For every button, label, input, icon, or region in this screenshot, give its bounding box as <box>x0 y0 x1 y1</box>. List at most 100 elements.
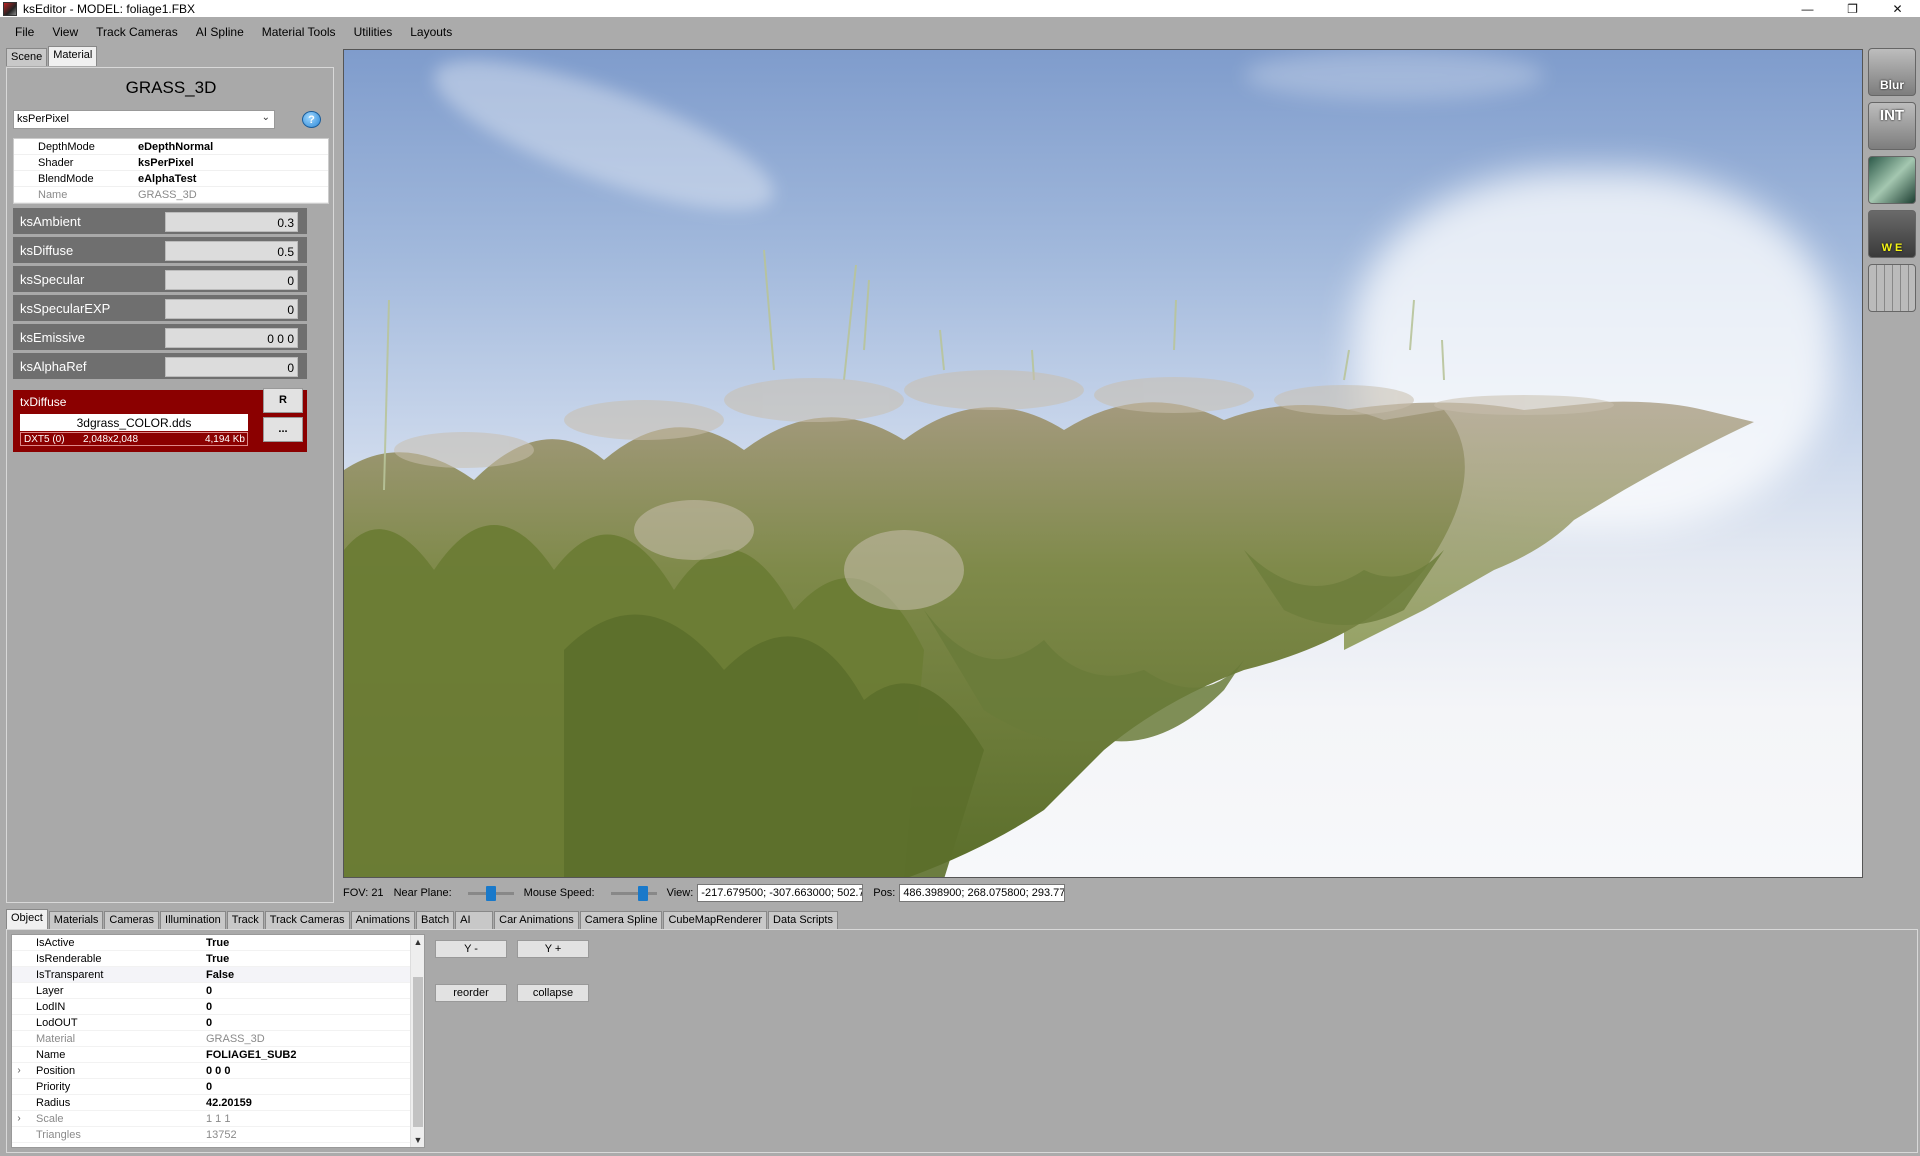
hr-lr-icon[interactable]: INT <box>1868 102 1916 150</box>
shader-select[interactable]: ksPerPixel ⌄ <box>13 110 275 129</box>
tab-track-cameras[interactable]: Track Cameras <box>264 911 350 929</box>
prop-row-blendmode[interactable]: BlendMode eAlphaTest <box>14 171 328 187</box>
expand-icon[interactable]: › <box>12 1113 26 1124</box>
obj-row-triangles[interactable]: Triangles 13752 <box>12 1127 424 1143</box>
tab-car-animations[interactable]: Car Animations <box>494 911 579 929</box>
tab-material[interactable]: Material <box>48 46 98 66</box>
prop-row-depthmode[interactable]: DepthMode eDepthNormal <box>14 139 328 155</box>
obj-key: Position <box>36 1064 76 1077</box>
obj-row-position[interactable]: › Position 0 0 0 <box>12 1063 424 1079</box>
tab-object[interactable]: Object <box>6 909 48 929</box>
3d-viewport[interactable] <box>343 49 1863 878</box>
tab-cubemaprenderer[interactable]: CubeMapRenderer <box>663 911 768 929</box>
pos-coords-field[interactable]: 486.398900; 268.075800; 293.77 <box>899 884 1066 902</box>
obj-value: False <box>206 968 235 981</box>
tab-batch[interactable]: Batch <box>415 911 455 929</box>
texture-filename[interactable]: 3dgrass_COLOR.dds <box>20 414 248 431</box>
obj-row-isrenderable[interactable]: IsRenderable True <box>12 951 424 967</box>
obj-row-scale[interactable]: › Scale 1 1 1 <box>12 1111 424 1127</box>
minimize-icon[interactable]: — <box>1785 0 1830 17</box>
left-tab-strip: Scene Material <box>6 46 98 67</box>
param-ksambient-input[interactable]: 0.3 <box>165 212 298 232</box>
tab-track[interactable]: Track <box>226 911 264 929</box>
collapse-button[interactable]: collapse <box>517 984 589 1002</box>
menu-view[interactable]: View <box>43 25 87 39</box>
obj-value: 0 <box>206 1016 213 1029</box>
obj-key: Layer <box>36 984 64 997</box>
prop-value: eAlphaTest <box>138 172 197 185</box>
scroll-thumb[interactable] <box>413 977 423 1127</box>
prop-row-name[interactable]: Name GRASS_3D <box>14 187 328 203</box>
mouse-speed-slider[interactable] <box>610 886 657 901</box>
param-label: ksEmissive <box>20 330 86 345</box>
texture-dims: 2,048x2,048 <box>83 433 139 445</box>
obj-row-lodout[interactable]: LodOUT 0 <box>12 1015 424 1031</box>
menu-track-cameras[interactable]: Track Cameras <box>87 25 187 39</box>
tab-camera-spline[interactable]: Camera Spline <box>579 911 663 929</box>
menu-ai-spline[interactable]: AI Spline <box>187 25 253 39</box>
param-ksemissive-input[interactable]: 0 0 0 <box>165 328 298 348</box>
obj-row-isactive[interactable]: IsActive True <box>12 935 424 951</box>
obj-row-material[interactable]: Material GRASS_3D <box>12 1031 424 1047</box>
grass-field-render <box>344 249 1754 877</box>
texture-reload-button[interactable]: R <box>263 388 303 413</box>
param-ksalpharef-input[interactable]: 0 <box>165 357 298 377</box>
window-title: ksEditor - MODEL: foliage1.FBX <box>23 1 196 16</box>
property-scrollbar[interactable]: ▲ ▼ <box>410 935 424 1147</box>
obj-value: 0 <box>206 1080 213 1093</box>
expand-icon[interactable]: › <box>12 1065 26 1076</box>
obj-row-istransparent[interactable]: IsTransparent False <box>12 967 424 983</box>
restore-icon[interactable]: ❐ <box>1830 0 1875 17</box>
grid-icon[interactable] <box>1868 264 1916 312</box>
blur-label: Blur <box>1880 78 1904 92</box>
texture-label: txDiffuse <box>20 395 67 409</box>
tab-cameras[interactable]: Cameras <box>104 911 160 929</box>
obj-key: Radius <box>36 1096 71 1109</box>
obj-row-layer[interactable]: Layer 0 <box>12 983 424 999</box>
y-minus-button[interactable]: Y - <box>435 940 507 958</box>
texture-icon[interactable] <box>1868 156 1916 204</box>
obj-value: 13752 <box>206 1128 237 1141</box>
menu-file[interactable]: File <box>6 25 43 39</box>
param-ksalpharef: ksAlphaRef 0 <box>13 353 307 379</box>
tab-materials[interactable]: Materials <box>48 911 104 929</box>
obj-row-priority[interactable]: Priority 0 <box>12 1079 424 1095</box>
blur-wheel-icon[interactable]: Blur <box>1868 48 1916 96</box>
reorder-button[interactable]: reorder <box>435 984 507 1002</box>
obj-row-radius[interactable]: Radius 42.20159 <box>12 1095 424 1111</box>
tab-illumination[interactable]: Illumination <box>160 911 226 929</box>
prop-row-shader[interactable]: Shader ksPerPixel <box>14 155 328 171</box>
param-ksspecular-input[interactable]: 0 <box>165 270 298 290</box>
obj-row-name[interactable]: Name FOLIAGE1_SUB2 <box>12 1047 424 1063</box>
menu-bar: File View Track Cameras AI Spline Materi… <box>0 21 1920 43</box>
obj-row-lodin[interactable]: LodIN 0 <box>12 999 424 1015</box>
obj-key: IsTransparent <box>36 968 104 981</box>
y-plus-button[interactable]: Y + <box>517 940 589 958</box>
tab-data-scripts[interactable]: Data Scripts <box>768 911 838 929</box>
wind-icon[interactable]: W E <box>1868 210 1916 258</box>
pos-label: Pos: <box>873 887 896 899</box>
tab-animations[interactable]: Animations <box>350 911 415 929</box>
param-ksdiffuse-input[interactable]: 0.5 <box>165 241 298 261</box>
tab-ai[interactable]: AI <box>455 911 494 929</box>
menu-utilities[interactable]: Utilities <box>345 25 402 39</box>
material-property-grid: DepthMode eDepthNormal Shader ksPerPixel… <box>13 138 329 204</box>
scroll-up-icon[interactable]: ▲ <box>411 935 424 949</box>
menu-layouts[interactable]: Layouts <box>401 25 461 39</box>
scroll-down-icon[interactable]: ▼ <box>411 1133 424 1147</box>
slider-thumb[interactable] <box>637 886 648 901</box>
texture-browse-button[interactable]: ... <box>263 417 303 442</box>
near-plane-slider[interactable] <box>467 886 514 901</box>
obj-key: LodIN <box>36 1000 66 1013</box>
obj-value: 42.20159 <box>206 1096 252 1109</box>
view-coords-field[interactable]: -217.679500; -307.663000; 502.7 <box>697 884 864 902</box>
menu-material-tools[interactable]: Material Tools <box>253 25 345 39</box>
close-icon[interactable]: ✕ <box>1875 0 1920 17</box>
param-ksspecularexp-input[interactable]: 0 <box>165 299 298 319</box>
slider-thumb[interactable] <box>485 886 496 901</box>
tab-scene[interactable]: Scene <box>6 48 48 66</box>
obj-key: IsActive <box>36 936 75 949</box>
help-icon[interactable]: ? <box>302 111 321 128</box>
param-ksspecularexp: ksSpecularEXP 0 <box>13 295 307 321</box>
prop-key: Shader <box>38 156 74 169</box>
